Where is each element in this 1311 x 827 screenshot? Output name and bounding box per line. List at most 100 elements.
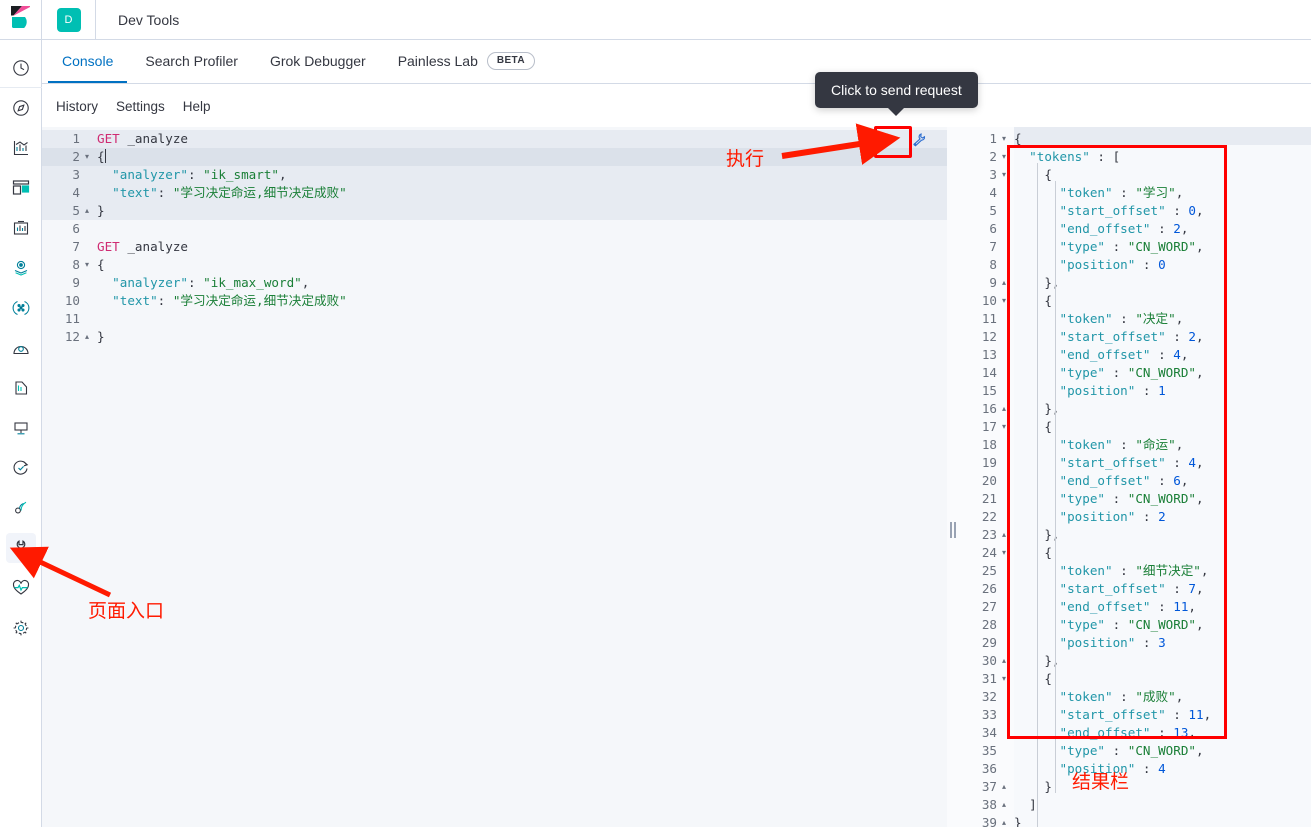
editor-line-number: 10 <box>64 293 80 308</box>
ml-nodes-icon <box>6 293 36 323</box>
editor-line-text: } <box>97 203 105 218</box>
sidebar-item-uptime[interactable] <box>0 448 42 488</box>
editor-line-text: "analyzer": "ik_smart", <box>112 167 287 182</box>
response-line-number: 28 <box>981 617 997 632</box>
response-line-text: "start_offset" : 4, <box>1059 455 1204 470</box>
sidebar-item-dev-tools[interactable] <box>0 528 42 568</box>
response-line-number: 25 <box>981 563 997 578</box>
apm-icon <box>6 413 36 443</box>
canvas-icon <box>6 173 36 203</box>
tab-search-profiler[interactable]: Search Profiler <box>129 39 254 83</box>
response-fold-toggle[interactable]: ▴ <box>999 526 1009 544</box>
space-switcher-button[interactable]: D <box>42 0 96 40</box>
response-indent-guide-2 <box>1055 181 1056 793</box>
editor-line-number: 11 <box>64 311 80 326</box>
submenu-settings[interactable]: Settings <box>116 99 165 114</box>
sidebar-item-machine-learning[interactable] <box>0 288 42 328</box>
response-fold-toggle[interactable]: ▴ <box>999 778 1009 796</box>
response-fold-toggle[interactable]: ▾ <box>999 130 1009 148</box>
annotation-result-panel: 结果栏 <box>1072 771 1130 793</box>
response-fold-toggle[interactable]: ▴ <box>999 400 1009 418</box>
sidebar-item-logs[interactable] <box>0 368 42 408</box>
response-line-number: 17 <box>981 419 997 434</box>
editor-fold-toggle[interactable]: ▾ <box>82 256 92 274</box>
request-editor[interactable]: 1 GET _analyze 2 ▾{3 "analyzer": "ik_smart"… <box>42 127 947 827</box>
visualize-icon <box>6 213 36 243</box>
response-line-text: "end_offset" : 4, <box>1059 347 1189 362</box>
response-line-text: } <box>1044 779 1052 794</box>
editor-fold-toggle[interactable]: ▴ <box>82 328 92 346</box>
sidebar-item-monitoring[interactable] <box>0 568 42 608</box>
response-fold-toggle[interactable]: ▾ <box>999 292 1009 310</box>
response-panel[interactable]: 1 ▾{2 ▾ "tokens" : [3 ▾ {4 "token" : "学习", 5… <box>959 127 1311 827</box>
panel-resize-handle[interactable] <box>947 127 959 827</box>
editor-line-number: 3 <box>72 167 80 182</box>
editor-line-text: "text": "学习决定命运,细节决定成败" <box>112 185 347 200</box>
editor-line-number: 6 <box>72 221 80 236</box>
response-line-number: 11 <box>981 311 997 326</box>
response-line-number: 3 <box>989 167 997 182</box>
tab-grok-debugger[interactable]: Grok Debugger <box>254 39 382 83</box>
primary-nav-rail <box>0 40 42 827</box>
resize-grip-icon <box>950 522 956 538</box>
send-request-button[interactable] <box>880 128 902 150</box>
response-line-number: 14 <box>981 365 997 380</box>
response-fold-toggle[interactable]: ▴ <box>999 274 1009 292</box>
sidebar-item-discover[interactable] <box>0 88 42 128</box>
response-line-text: "type" : "CN_WORD", <box>1059 617 1204 632</box>
editor-line-number: 12 <box>64 329 80 344</box>
editor-line-text: "text": "学习决定命运,细节决定成败" <box>112 293 347 308</box>
dev-tools-tab-bar: Console Search Profiler Grok Debugger Pa… <box>42 40 1311 84</box>
editor-line-number: 5 <box>72 203 80 218</box>
response-fold-toggle[interactable]: ▾ <box>999 166 1009 184</box>
sidebar-item-infrastructure[interactable] <box>0 328 42 368</box>
sidebar-item-canvas[interactable] <box>0 168 42 208</box>
response-fold-toggle[interactable]: ▴ <box>999 652 1009 670</box>
response-line-number: 21 <box>981 491 997 506</box>
sidebar-item-siem[interactable] <box>0 488 42 528</box>
tab-console[interactable]: Console <box>46 39 129 83</box>
editor-code-area[interactable] <box>97 127 947 827</box>
response-line-number: 32 <box>981 689 997 704</box>
sidebar-item-management[interactable] <box>0 608 42 648</box>
editor-line-number: 9 <box>72 275 80 290</box>
response-line-text: "tokens" : [ <box>1029 149 1121 164</box>
response-fold-toggle[interactable]: ▴ <box>999 814 1009 827</box>
response-line-text: } <box>1014 815 1022 827</box>
response-line-text: { <box>1044 167 1052 182</box>
response-line-number: 37 <box>981 779 997 794</box>
response-line-number: 10 <box>981 293 997 308</box>
elastic-logo-button[interactable] <box>0 0 42 40</box>
beta-badge: BETA <box>486 52 535 70</box>
compass-icon <box>6 93 36 123</box>
sidebar-item-recently-viewed[interactable] <box>0 48 42 88</box>
open-documentation-button[interactable] <box>908 129 928 149</box>
editor-fold-toggle[interactable]: ▴ <box>82 202 92 220</box>
response-fold-toggle[interactable]: ▾ <box>999 670 1009 688</box>
response-fold-toggle[interactable]: ▾ <box>999 418 1009 436</box>
editor-line-text: "analyzer": "ik_max_word", <box>112 275 310 290</box>
response-line-number: 13 <box>981 347 997 362</box>
editor-line-highlight <box>42 148 947 166</box>
sidebar-item-maps[interactable] <box>0 248 42 288</box>
response-fold-toggle[interactable]: ▴ <box>999 796 1009 814</box>
response-line-number: 7 <box>989 239 997 254</box>
sidebar-item-dashboard[interactable] <box>0 128 42 168</box>
editor-action-buttons <box>880 128 928 150</box>
tab-painless-lab[interactable]: Painless Lab BETA <box>382 39 551 83</box>
response-line-number: 6 <box>989 221 997 236</box>
gear-icon <box>6 613 36 643</box>
response-line-number: 38 <box>981 797 997 812</box>
editor-fold-toggle[interactable]: ▾ <box>82 148 92 166</box>
response-line-text: "start_offset" : 0, <box>1059 203 1204 218</box>
response-fold-toggle[interactable]: ▾ <box>999 544 1009 562</box>
submenu-help[interactable]: Help <box>183 99 211 114</box>
response-line-number: 39 <box>981 815 997 827</box>
sidebar-item-apm[interactable] <box>0 408 42 448</box>
submenu-history[interactable]: History <box>56 99 98 114</box>
response-line-number: 31 <box>981 671 997 686</box>
clock-icon <box>6 53 36 83</box>
sidebar-item-visualize[interactable] <box>0 208 42 248</box>
response-line-number: 30 <box>981 653 997 668</box>
response-fold-toggle[interactable]: ▾ <box>999 148 1009 166</box>
